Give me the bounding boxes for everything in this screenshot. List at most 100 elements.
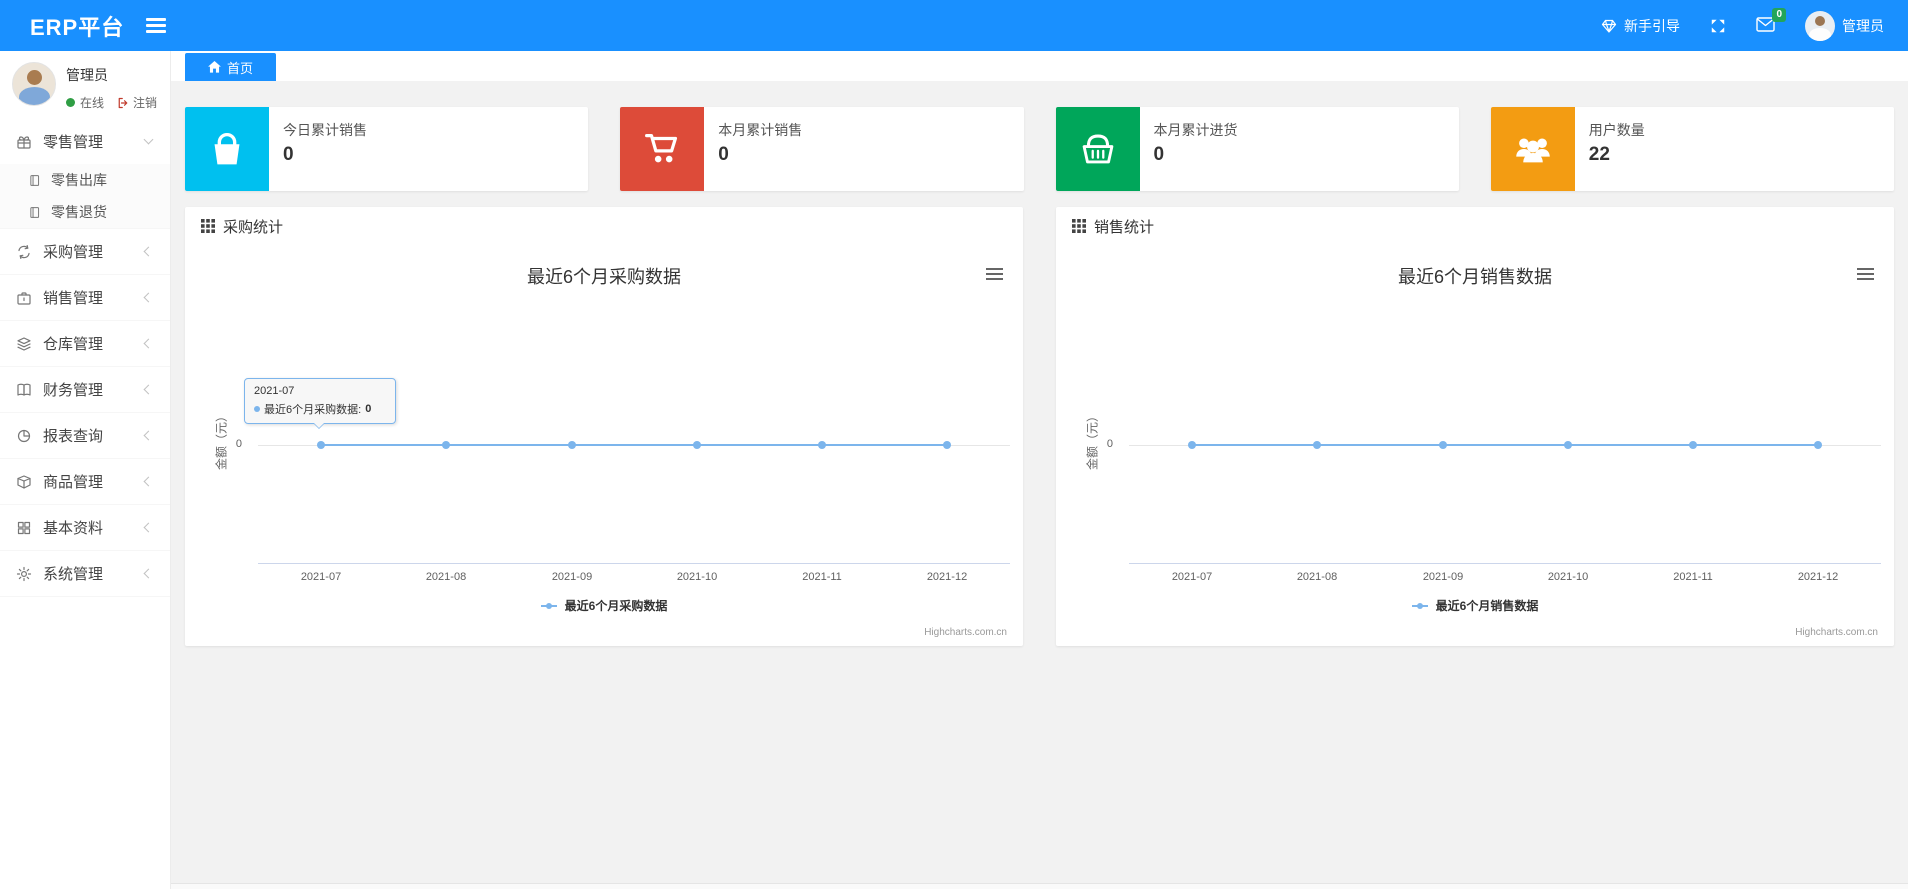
pie-chart-icon	[17, 429, 31, 442]
x-axis-label: 2021-12	[1797, 571, 1839, 583]
legend-marker	[540, 602, 557, 610]
chevron-left-icon	[143, 430, 154, 441]
data-point[interactable]	[1313, 441, 1321, 449]
th-grid-icon	[201, 219, 215, 233]
sidebar-item-retail[interactable]: 零售管理	[0, 119, 170, 164]
sidebar-item-purchase[interactable]: 采购管理	[0, 229, 170, 274]
data-point[interactable]	[1439, 441, 1447, 449]
sidebar: 管理员 在线 注销 零售管理 零售出库 零售退货 采购管理 销售管理 仓库管理 …	[0, 51, 171, 889]
messages-button[interactable]: 0	[1756, 7, 1786, 35]
x-axis-label: 2021-08	[1296, 571, 1338, 583]
legend-item[interactable]: 最近6个月采购数据	[185, 597, 1023, 614]
home-icon	[208, 61, 221, 73]
mail-badge: 0	[1772, 7, 1786, 22]
purchase-stats-panel: 采购统计 最近6个月采购数据 金额（元） 0 2021-07 2021-08 2…	[185, 207, 1023, 646]
top-header: ERP平台 新手引导 0 管理员	[0, 0, 1908, 51]
fullscreen-button[interactable]	[1710, 18, 1726, 34]
data-point[interactable]	[1689, 441, 1697, 449]
sidebar-subitem-retail-return[interactable]: 零售退货	[0, 196, 170, 228]
footer-divider	[171, 883, 1908, 889]
sidebar-item-report[interactable]: 报表查询	[0, 413, 170, 458]
user-menu[interactable]: 管理员	[1805, 10, 1884, 41]
online-status-label: 在线	[80, 96, 105, 110]
data-point[interactable]	[442, 441, 450, 449]
gear-icon	[16, 566, 32, 581]
legend-marker	[1411, 602, 1428, 610]
fullscreen-icon	[1711, 19, 1725, 32]
highcharts-credit[interactable]: Highcharts.com.cn	[1795, 627, 1878, 638]
sidebar-item-sales[interactable]: 销售管理	[0, 275, 170, 320]
data-point[interactable]	[943, 441, 951, 449]
app-logo[interactable]: ERP平台	[0, 10, 124, 42]
tab-home[interactable]: 首页	[185, 53, 276, 81]
sidebar-username: 管理员	[66, 67, 108, 83]
sidebar-toggle-icon[interactable]	[146, 15, 167, 37]
y-axis-tick: 0	[1106, 438, 1113, 450]
x-axis-label: 2021-11	[1673, 571, 1713, 583]
x-axis-label: 2021-07	[1171, 571, 1213, 583]
stat-card-month-purchase[interactable]: 本月累计进货 0	[1055, 107, 1459, 191]
tooltip-series-dot	[254, 406, 260, 412]
sales-chart: 最近6个月销售数据 金额（元） 0 2021-07 2021-08 2021-0…	[1056, 245, 1894, 646]
data-point[interactable]	[1564, 441, 1572, 449]
card-label: 本月累计销售	[718, 122, 803, 138]
legend-item[interactable]: 最近6个月销售数据	[1056, 597, 1894, 614]
chart-tooltip: 2021-07 最近6个月采购数据: 0	[244, 378, 396, 429]
x-axis-label: 2021-09	[1422, 571, 1464, 583]
basket-icon	[1055, 107, 1140, 191]
chart-context-menu-icon[interactable]	[986, 265, 1003, 283]
chevron-down-icon	[143, 134, 154, 145]
layers-icon	[17, 336, 31, 351]
data-point[interactable]	[317, 441, 325, 449]
sidebar-item-basic[interactable]: 基本资料	[0, 505, 170, 550]
card-value: 0	[283, 144, 294, 165]
x-axis-line	[1129, 563, 1881, 564]
main-content: 首页 今日累计销售 0 本月累计销售 0 本月累计进货 0 用户数量 22 采购…	[171, 51, 1908, 889]
stat-card-user-count[interactable]: 用户数量 22	[1490, 107, 1894, 191]
data-point[interactable]	[1814, 441, 1822, 449]
gem-icon	[1601, 19, 1617, 33]
x-axis-label: 2021-12	[926, 571, 968, 583]
users-icon	[1490, 107, 1575, 191]
data-point[interactable]	[693, 441, 701, 449]
chevron-left-icon	[143, 522, 154, 533]
data-point[interactable]	[818, 441, 826, 449]
sidebar-item-goods[interactable]: 商品管理	[0, 459, 170, 504]
gift-icon	[17, 135, 31, 149]
card-value: 22	[1588, 144, 1610, 165]
x-axis-label: 2021-08	[425, 571, 467, 583]
sidebar-item-warehouse[interactable]: 仓库管理	[0, 321, 170, 366]
stat-card-today-sales[interactable]: 今日累计销售 0	[185, 107, 589, 191]
sign-out-icon	[118, 97, 128, 108]
repeat-icon	[18, 244, 30, 259]
online-status-dot	[66, 98, 75, 107]
tooltip-series-label: 最近6个月采购数据:	[264, 404, 362, 416]
stat-cards: 今日累计销售 0 本月累计销售 0 本月累计进货 0 用户数量 22	[185, 107, 1894, 191]
y-axis-tick: 0	[235, 438, 242, 450]
retail-submenu: 零售出库 零售退货	[0, 164, 170, 228]
chevron-left-icon	[143, 384, 154, 395]
sales-stats-panel: 销售统计 最近6个月销售数据 金额（元） 0 2021-07 2021-08 2…	[1056, 207, 1894, 646]
stat-card-month-sales[interactable]: 本月累计销售 0	[620, 107, 1024, 191]
x-axis-label: 2021-10	[676, 571, 718, 583]
data-point[interactable]	[568, 441, 576, 449]
chart-title: 最近6个月销售数据	[1397, 267, 1552, 287]
sidebar-item-system[interactable]: 系统管理	[0, 551, 170, 596]
avatar[interactable]	[12, 62, 56, 106]
data-point[interactable]	[1188, 441, 1196, 449]
tooltip-header: 2021-07	[254, 385, 295, 397]
th-grid-icon	[1072, 219, 1086, 233]
logout-button[interactable]: 注销	[117, 94, 157, 111]
sidebar-subitem-retail-outbound[interactable]: 零售出库	[0, 164, 170, 196]
avatar	[1805, 10, 1835, 41]
chart-context-menu-icon[interactable]	[1857, 265, 1874, 283]
sidebar-item-finance[interactable]: 财务管理	[0, 367, 170, 412]
card-label: 本月累计进货	[1153, 122, 1238, 138]
series-line	[321, 444, 948, 446]
shopping-bag-icon	[185, 107, 269, 191]
guide-button[interactable]: 新手引导	[1601, 16, 1680, 36]
highcharts-credit[interactable]: Highcharts.com.cn	[924, 627, 1007, 638]
book-icon	[17, 383, 31, 396]
series-line	[1192, 444, 1819, 446]
x-axis-label: 2021-11	[802, 571, 842, 583]
